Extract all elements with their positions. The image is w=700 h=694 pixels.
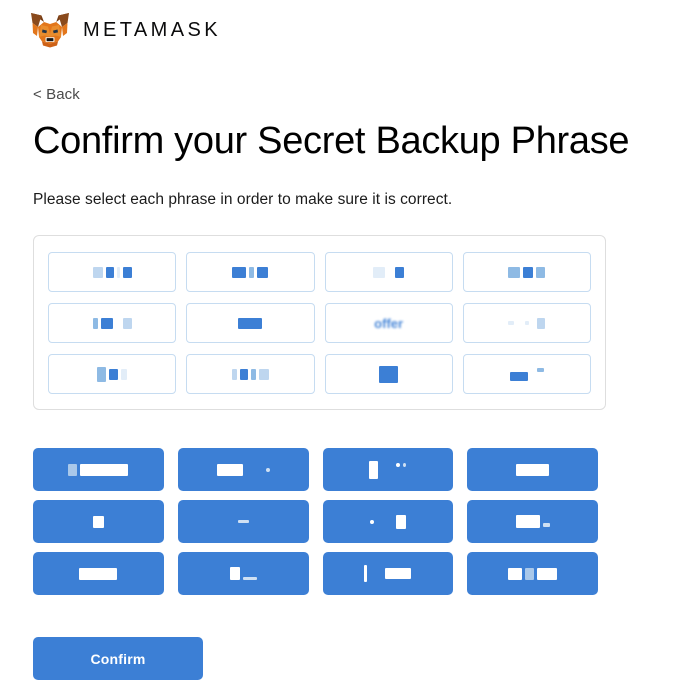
phrase-slot-11[interactable] <box>324 354 453 395</box>
bank-word-11[interactable] <box>322 552 454 596</box>
phrase-slot-word: offer <box>374 315 404 331</box>
app-header: METAMASK <box>0 0 700 52</box>
bank-word-9[interactable] <box>33 552 164 596</box>
bank-word-1[interactable] <box>33 448 164 492</box>
phrase-slot-10[interactable] <box>186 354 315 395</box>
bank-word-redaction <box>508 567 558 580</box>
word-bank-grid <box>33 448 598 596</box>
page-content: < Back Confirm your Secret Backup Phrase… <box>0 52 700 681</box>
bank-word-redaction <box>79 567 118 580</box>
bank-word-redaction <box>216 463 270 476</box>
bank-word-redaction <box>516 463 550 476</box>
brand-wordmark: METAMASK <box>83 19 221 41</box>
selected-phrase-dropzone[interactable]: offer <box>33 235 606 411</box>
metamask-fox-icon <box>31 12 69 47</box>
phrase-slot-9[interactable] <box>48 354 177 395</box>
bank-word-redaction <box>515 515 550 529</box>
bank-word-2[interactable] <box>177 448 309 492</box>
phrase-slot-4[interactable] <box>462 252 591 293</box>
back-link[interactable]: < Back <box>33 86 80 103</box>
phrase-slot-redaction <box>373 266 405 278</box>
phrase-slot-redaction <box>509 368 544 381</box>
bank-word-5[interactable] <box>33 500 164 544</box>
confirm-button[interactable]: Confirm <box>33 637 203 681</box>
phrase-slot-redaction <box>238 317 263 329</box>
phrase-slot-3[interactable] <box>324 252 453 293</box>
bank-word-redaction <box>364 565 412 583</box>
phrase-slot-redaction <box>231 368 269 380</box>
bank-word-8[interactable] <box>467 500 598 544</box>
bank-word-10[interactable] <box>177 552 309 596</box>
confirm-row: Confirm <box>33 637 700 681</box>
phrase-slot-6[interactable] <box>186 303 315 344</box>
phrase-slot-redaction <box>508 266 546 278</box>
bank-word-12[interactable] <box>467 552 598 596</box>
phrase-slot-redaction <box>508 317 546 329</box>
bank-word-redaction <box>92 515 104 528</box>
phrase-slot-redaction <box>92 317 132 329</box>
phrase-slot-2[interactable] <box>186 252 315 293</box>
page-subtitle: Please select each phrase in order to ma… <box>33 191 453 209</box>
phrase-slot-7[interactable]: offer <box>324 303 453 344</box>
phrase-slot-redaction <box>379 365 399 383</box>
phrase-slot-redaction <box>97 366 128 382</box>
bank-word-4[interactable] <box>467 448 598 492</box>
bank-word-6[interactable] <box>177 500 309 544</box>
bank-word-3[interactable] <box>322 448 454 492</box>
bank-word-redaction <box>369 514 406 529</box>
phrase-slot-redaction <box>92 266 132 278</box>
phrase-slot-5[interactable] <box>48 303 177 344</box>
bank-word-7[interactable] <box>322 500 454 544</box>
bank-word-redaction <box>369 460 407 479</box>
bank-word-redaction <box>237 520 249 524</box>
phrase-slot-1[interactable] <box>48 252 177 293</box>
phrase-slot-8[interactable] <box>462 303 591 344</box>
page-title: Confirm your Secret Backup Phrase <box>33 120 630 162</box>
phrase-slot-12[interactable] <box>462 354 591 395</box>
bank-word-redaction <box>68 463 129 476</box>
phrase-slot-redaction <box>232 266 269 278</box>
selected-phrase-grid: offer <box>48 252 591 395</box>
bank-word-redaction <box>229 567 257 581</box>
